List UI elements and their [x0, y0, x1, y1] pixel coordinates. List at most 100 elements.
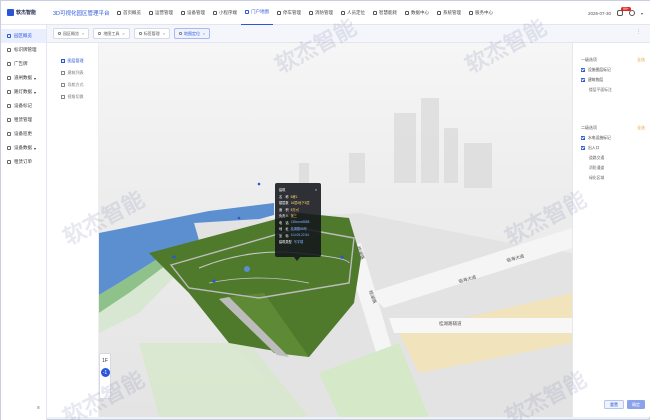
- tab-close-icon[interactable]: ×: [122, 31, 124, 36]
- chevron-down-icon[interactable]: ▾: [34, 76, 36, 81]
- sidebar-item-label: 租赁管理: [14, 117, 32, 122]
- filter-sub-label: 消防通道: [589, 165, 605, 170]
- tab-close-icon[interactable]: ×: [82, 31, 84, 36]
- tab-menu-icon[interactable]: ⋮: [636, 29, 641, 35]
- nav-item-2[interactable]: 设备管理: [177, 1, 209, 25]
- filter-option[interactable]: 建筑物层: [581, 75, 645, 85]
- filter-option-label: 出入口: [588, 145, 600, 150]
- tab-1[interactable]: 地图工具 ×: [93, 28, 130, 39]
- nav-item-label: 智慧能耗: [379, 9, 397, 15]
- filter-option[interactable]: 水电设施标记: [581, 133, 645, 143]
- select-all-link[interactable]: 全选: [637, 57, 645, 63]
- tabs: 园区概览 × 地图工具 × 标签管理 × 地图定位 ×: [53, 28, 211, 39]
- nav-item-6[interactable]: 消防管理: [305, 1, 337, 25]
- map-canvas[interactable]: 临海大道 临海大道 桂湖路 桂湖路 桂湖路辅道: [99, 43, 572, 417]
- sidebar-item-1[interactable]: 标识牌管理: [1, 43, 46, 57]
- bell-icon[interactable]: 99+: [616, 7, 631, 16]
- collapse-sidebar-icon[interactable]: ≡: [37, 405, 40, 411]
- sidebar-item-7[interactable]: 设备巡更: [1, 127, 46, 141]
- tab-2[interactable]: 标签管理 ×: [133, 28, 171, 39]
- chevron-down-icon[interactable]: ▾: [34, 90, 36, 95]
- nav-item-label: 运营管理: [155, 9, 173, 15]
- sidebar-item-3[interactable]: 道闸数据 ▾: [1, 71, 46, 85]
- user-avatar[interactable]: [628, 10, 635, 16]
- nav-item-9[interactable]: 数据中心: [401, 1, 433, 25]
- nav-item-8[interactable]: 智慧能耗: [369, 1, 401, 25]
- layer-item-2[interactable]: 导航方式: [47, 79, 98, 91]
- nav-item-3[interactable]: 小程序端: [209, 1, 241, 25]
- filter-sub-option[interactable]: 道路交通: [581, 153, 645, 163]
- sidebar-icon: [7, 104, 11, 108]
- layers-panel: 图层管理 建筑列表导航方式视角切换: [47, 43, 99, 417]
- filter-group-2: 二级选项 全选 水电设施标记出入口道路交通消防通道绿化区域: [581, 123, 645, 183]
- group-2-options: 水电设施标记出入口道路交通消防通道绿化区域: [581, 133, 645, 183]
- nav-item-7[interactable]: 人员定位: [337, 1, 369, 25]
- layer-item-1[interactable]: 建筑列表: [47, 67, 98, 79]
- popup-value: 138xxxx8888: [290, 220, 310, 225]
- sidebar-icon: [7, 34, 11, 38]
- chevron-down-icon[interactable]: ▾: [34, 146, 36, 151]
- sidebar-item-5[interactable]: 设备标记: [1, 99, 46, 113]
- notification-badge: 99+: [620, 7, 631, 11]
- nav-item-4[interactable]: 门户地图: [241, 1, 273, 25]
- sidebar-item-8[interactable]: 设备数据 ▾: [1, 141, 46, 155]
- checkbox-checked[interactable]: [581, 136, 585, 140]
- reset-button[interactable]: 重置: [604, 400, 624, 409]
- layer-label: 导航方式: [67, 82, 84, 87]
- filter-sub-option[interactable]: 消防通道: [581, 163, 645, 173]
- filter-option[interactable]: 出入口: [581, 143, 645, 153]
- filter-panel: 一级选项 全选 设施图层标记 建筑物层 楼层平面标注 二级选项 全选 水电设施标记出…: [572, 43, 650, 417]
- logo-icon: [7, 9, 14, 16]
- group-title: 二级选项: [581, 125, 597, 130]
- select-all-link[interactable]: 全选: [637, 125, 645, 131]
- nav-item-0[interactable]: 首页概览: [113, 1, 145, 25]
- app-window: 软杰智能 3D可视化园区管理平台 首页概览 运营管理 设备管理 小程序端 门户地图 停车管…: [0, 0, 650, 420]
- filter-sub-option[interactable]: 楼层平面标注: [581, 85, 645, 95]
- sidebar-item-9[interactable]: 租赁订单: [1, 155, 46, 169]
- tab-label: 地图定位: [184, 30, 201, 36]
- tab-0[interactable]: 园区概览 ×: [53, 28, 90, 39]
- sidebar-item-4[interactable]: 路灯数据 ▾: [1, 85, 46, 99]
- logo[interactable]: 软杰智能: [1, 1, 49, 25]
- building-info-popup[interactable]: 建筑 × 名 称 B栋1 楼层数 16层/地下3层面 积 8万㎡ 负责人 张三电 话 138x…: [275, 183, 321, 257]
- nav-item-5[interactable]: 停车管理: [273, 1, 305, 25]
- nav-item-label: 服务中心: [475, 9, 493, 15]
- layer-item-3[interactable]: 视角切换: [47, 91, 98, 103]
- tab-close-icon[interactable]: ×: [163, 31, 165, 36]
- popup-key: 电 话: [279, 220, 289, 225]
- popup-key: 名 称: [279, 194, 289, 199]
- sidebar-item-6[interactable]: 租赁管理: [1, 113, 46, 127]
- nav-item-10[interactable]: 系统管理: [433, 1, 465, 25]
- floor-label[interactable]: 1F: [102, 358, 108, 364]
- floor-down-button[interactable]: -1: [100, 368, 110, 377]
- nav-item-label: 小程序端: [219, 9, 237, 15]
- nav-icon: [181, 10, 185, 15]
- close-icon[interactable]: ×: [315, 188, 317, 192]
- main-content: 图层管理 建筑列表 导航方式 视角切换 临海大道 临海大道 桂湖路 桂湖路 桂湖…: [47, 43, 650, 417]
- nav-item-1[interactable]: 运营管理: [145, 1, 177, 25]
- filter-sub-option[interactable]: 绿化区域: [581, 173, 645, 183]
- filter-option[interactable]: 设施图层标记: [581, 65, 645, 75]
- filter-sub-label: 楼层平面标注: [589, 87, 612, 92]
- nav-item-11[interactable]: 服务中心: [465, 1, 497, 25]
- tab-close-icon[interactable]: ×: [203, 31, 205, 36]
- popup-key: 面 积: [279, 207, 289, 212]
- sidebar-item-label: 设备巡更: [14, 131, 32, 136]
- layer-item-0[interactable]: 图层管理: [47, 55, 98, 67]
- checkbox-checked[interactable]: [581, 78, 585, 82]
- top-nav: 首页概览 运营管理 设备管理 小程序端 门户地图 停车管理 消防管理 人员定位 智慧能耗 数据中心…: [113, 1, 497, 25]
- tab-icon: [179, 32, 183, 35]
- tab-3[interactable]: 地图定位 ×: [174, 28, 211, 39]
- chevron-down-icon[interactable]: ▾: [641, 11, 643, 16]
- checkbox-checked[interactable]: [581, 68, 585, 72]
- sidebar-icon: [7, 48, 11, 52]
- confirm-button[interactable]: 确定: [627, 400, 645, 409]
- sidebar-item-0[interactable]: 园区概览: [1, 29, 46, 43]
- sidebar-icon: [7, 76, 11, 80]
- nav-icon: [277, 10, 281, 15]
- nav-item-label: 首页概览: [123, 9, 141, 15]
- checkbox-checked[interactable]: [581, 146, 585, 150]
- map-3d-view[interactable]: 临海大道 临海大道 桂湖路 桂湖路 桂湖路辅道 建筑 × 名 称 B栋1 楼层数 16…: [99, 43, 572, 417]
- sidebar-item-2[interactable]: 广告牌: [1, 57, 46, 71]
- nav-icon: [405, 10, 409, 15]
